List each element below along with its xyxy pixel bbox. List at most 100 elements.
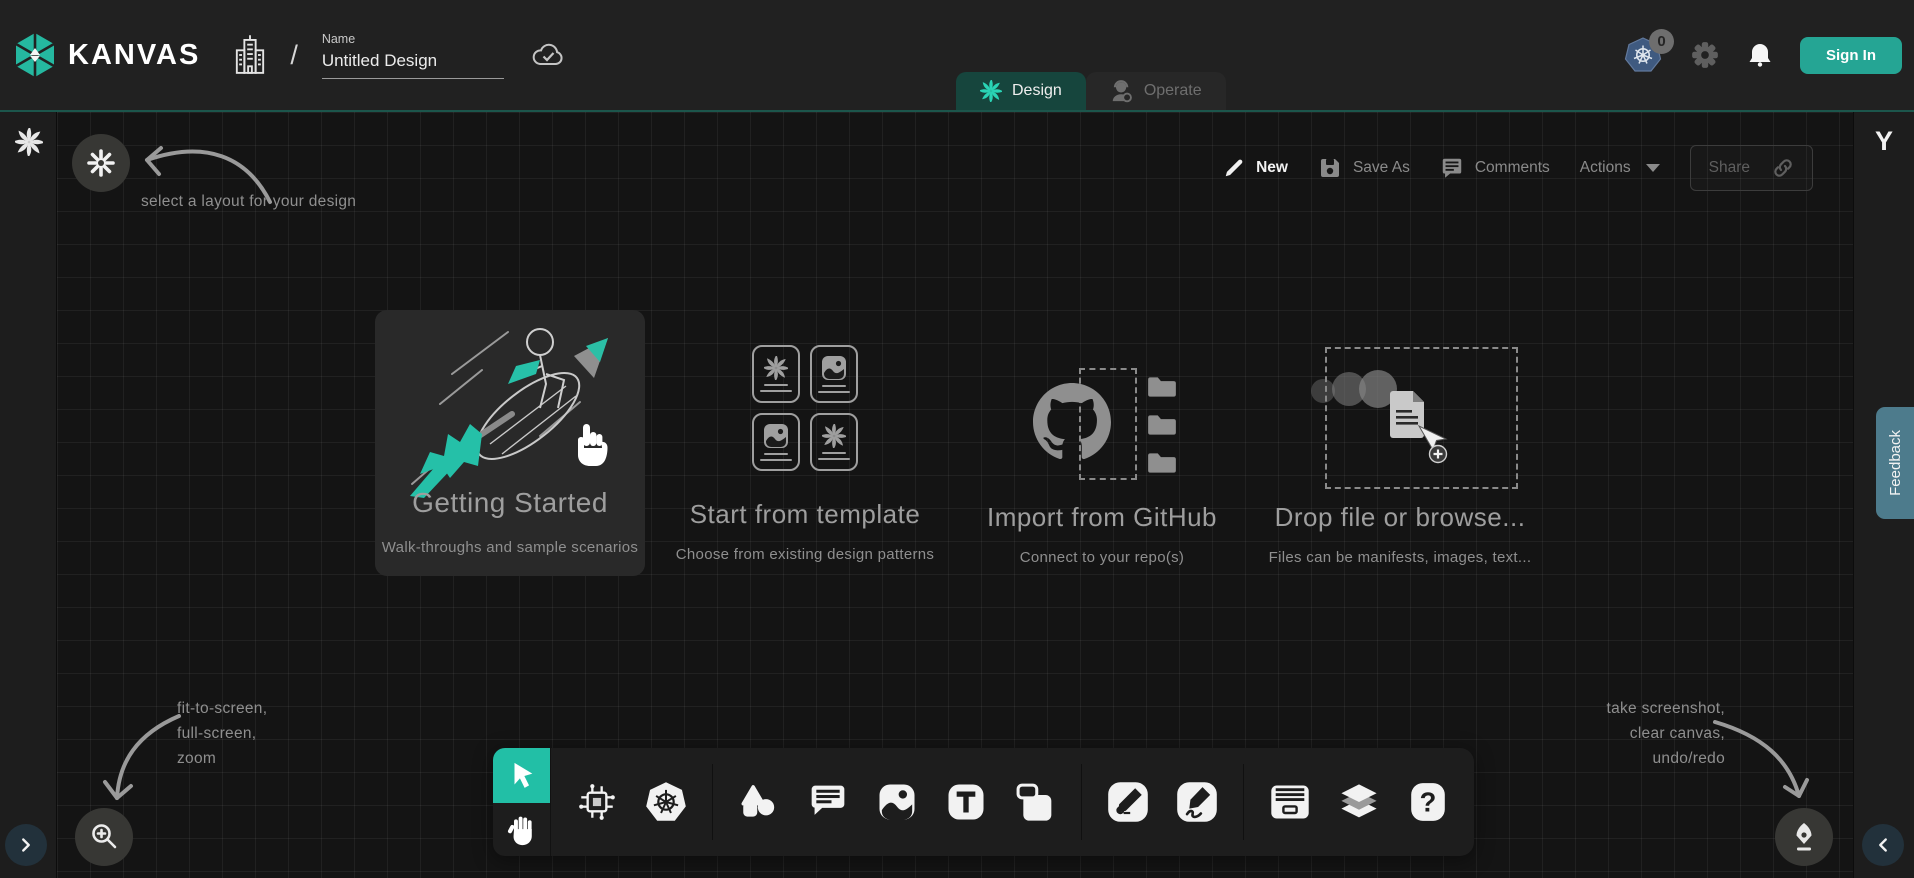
rocket-doodle <box>390 316 630 501</box>
github-icon <box>1033 383 1111 461</box>
y-logo: Y <box>1854 126 1914 157</box>
drop-file-subtitle: Files can be manifests, images, text... <box>1260 549 1540 566</box>
getting-started-card[interactable]: Getting Started Walk-throughs and sample… <box>375 310 645 576</box>
layout-asterisk-icon <box>86 148 116 178</box>
link-icon <box>1772 157 1794 179</box>
folder-icon <box>1146 450 1178 476</box>
tool-text[interactable] <box>943 779 989 825</box>
brand[interactable]: KANVAS <box>14 32 200 78</box>
template-thumb <box>810 413 858 471</box>
drop-art <box>1260 342 1540 494</box>
sign-in-button[interactable]: Sign In <box>1800 37 1902 74</box>
hand-icon <box>506 812 538 848</box>
tool-help[interactable]: ? <box>1405 779 1451 825</box>
feedback-label: Feedback <box>1887 430 1904 496</box>
main-area: select a layout for your design New Save… <box>0 110 1914 878</box>
cursor-plus-icon <box>1415 424 1455 466</box>
tool-select[interactable] <box>493 748 550 803</box>
spinner-icon <box>0 128 57 156</box>
tool-pen[interactable] <box>1105 779 1151 825</box>
design-name-field: Name <box>322 32 504 79</box>
kubernetes-status[interactable]: 0 <box>1624 37 1664 73</box>
notification-count-badge: 0 <box>1649 29 1674 54</box>
operator-icon <box>1110 79 1134 103</box>
start-from-template-card[interactable]: Start from template Choose from existing… <box>665 342 945 563</box>
save-icon <box>1318 156 1342 180</box>
tools-toolbar: ? <box>493 748 1474 856</box>
tool-pan[interactable] <box>493 803 550 856</box>
brand-name: KANVAS <box>68 39 200 72</box>
breadcrumb-separator: / <box>290 40 298 71</box>
chevron-down-icon <box>1646 164 1660 172</box>
import-from-github-card[interactable]: Import from GitHub Connect to your repo(… <box>962 342 1242 582</box>
swirl-icon <box>822 424 846 448</box>
left-rail <box>0 112 57 878</box>
tab-design-label: Design <box>1012 82 1062 100</box>
drop-file-title: Drop file or browse... <box>1260 502 1540 533</box>
new-button[interactable]: New <box>1223 157 1288 179</box>
right-rail: Y Feedback <box>1853 112 1914 878</box>
canvas-actions-toolbar: New Save As Comments Actions <box>1223 145 1813 191</box>
template-thumb <box>752 413 800 471</box>
settings-gear-icon[interactable] <box>1690 40 1720 70</box>
image-icon <box>821 355 847 381</box>
tool-kubernetes[interactable] <box>643 779 689 825</box>
actions-dropdown[interactable]: Actions <box>1580 159 1660 177</box>
notifications-bell-icon[interactable] <box>1746 41 1774 69</box>
canvas-hint-text: take screenshot, clear canvas, undo/redo <box>1606 696 1725 771</box>
pen-actions-button[interactable] <box>1775 808 1833 866</box>
organization-icon[interactable] <box>234 35 266 75</box>
template-thumb <box>810 345 858 403</box>
layout-hint-text: select a layout for your design <box>141 189 356 214</box>
getting-started-title: Getting Started <box>375 487 645 519</box>
layout-picker-button[interactable] <box>72 134 130 192</box>
chevron-left-icon <box>1872 834 1894 856</box>
hand-cursor-icon <box>570 422 610 468</box>
tool-image[interactable] <box>874 779 920 825</box>
kanvas-logo-icon <box>14 32 56 78</box>
folder-icon <box>1146 374 1178 400</box>
tool-layers[interactable] <box>1336 779 1382 825</box>
github-art <box>962 342 1242 488</box>
tool-archive[interactable] <box>1267 779 1313 825</box>
getting-started-subtitle: Walk-throughs and sample scenarios <box>375 539 645 556</box>
swirl-icon <box>764 356 788 380</box>
tab-design[interactable]: Design <box>956 72 1086 110</box>
pen-nib-icon <box>1789 821 1819 853</box>
comments-button[interactable]: Comments <box>1440 156 1550 180</box>
tool-shapes[interactable] <box>736 779 782 825</box>
collapse-right-panel-button[interactable] <box>1862 824 1904 866</box>
tab-operate[interactable]: Operate <box>1086 72 1226 110</box>
tab-operate-label: Operate <box>1144 82 1202 100</box>
zoom-in-icon <box>88 821 120 853</box>
image-icon <box>763 423 789 449</box>
design-name-input[interactable] <box>322 51 504 79</box>
app-header: KANVAS / Name Design <box>0 0 1914 110</box>
zoom-button[interactable] <box>75 808 133 866</box>
cursor-arrow-icon <box>507 760 537 792</box>
design-canvas[interactable]: select a layout for your design New Save… <box>57 112 1853 878</box>
cloud-sync-icon <box>530 42 566 69</box>
save-as-button[interactable]: Save As <box>1318 156 1410 180</box>
view-hint-text: fit-to-screen, full-screen, zoom <box>177 696 267 771</box>
mode-tabs: Design Operate <box>956 72 1226 110</box>
github-subtitle: Connect to your repo(s) <box>962 549 1242 566</box>
tool-pencil[interactable] <box>1174 779 1220 825</box>
template-thumb <box>752 345 800 403</box>
comment-icon <box>1440 156 1464 180</box>
template-subtitle: Choose from existing design patterns <box>665 546 945 563</box>
feedback-tab[interactable]: Feedback <box>1876 407 1914 519</box>
folder-icon <box>1146 412 1178 438</box>
tool-frame[interactable] <box>1012 779 1058 825</box>
tool-comment[interactable] <box>805 779 851 825</box>
tool-circuit[interactable] <box>574 779 620 825</box>
expand-left-panel-button[interactable] <box>5 824 47 866</box>
name-label: Name <box>322 32 504 46</box>
drop-file-card[interactable]: Drop file or browse... Files can be mani… <box>1260 342 1540 582</box>
pencil-icon <box>1223 157 1245 179</box>
share-button[interactable]: Share <box>1690 145 1813 191</box>
template-thumbnails <box>665 345 945 471</box>
github-title: Import from GitHub <box>962 502 1242 533</box>
template-title: Start from template <box>665 499 945 530</box>
design-swirl-icon <box>980 80 1002 102</box>
